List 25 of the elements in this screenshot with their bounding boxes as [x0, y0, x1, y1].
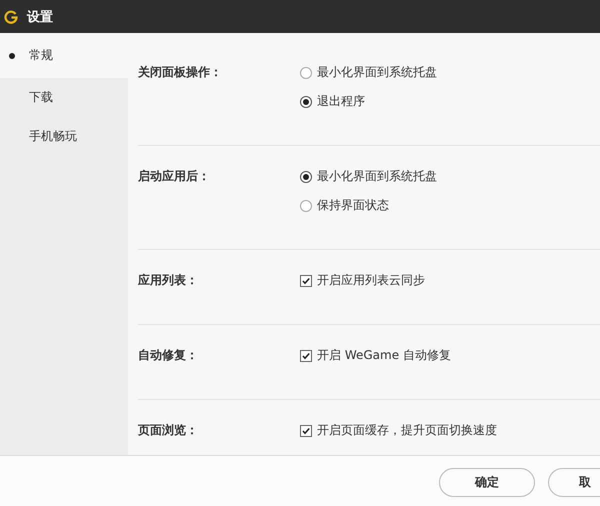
confirm-button[interactable]: 确定 [439, 468, 535, 497]
setting-label: 启动应用后： [138, 168, 211, 185]
setting-label: 页面浏览： [138, 422, 199, 439]
cancel-button[interactable]: 取 [548, 468, 600, 497]
option-label: 开启页面缓存，提升页面切换速度 [317, 422, 497, 439]
setting-label: 应用列表： [138, 272, 199, 289]
window-title: 设置 [27, 8, 53, 26]
checkbox[interactable] [300, 350, 312, 362]
checkbox[interactable] [300, 274, 312, 286]
sidebar-item[interactable]: 常规 [0, 33, 128, 78]
option-label: 开启 WeGame 自动修复 [317, 347, 451, 364]
logo-icon [4, 10, 18, 24]
setting-label: 关闭面板操作： [138, 64, 223, 81]
option-label: 最小化界面到系统托盘 [317, 64, 437, 81]
radio-button[interactable] [300, 66, 312, 78]
setting-label: 自动修复： [138, 347, 199, 364]
option-label: 开启应用列表云同步 [317, 272, 425, 289]
radio-button[interactable] [300, 200, 312, 212]
option-label: 退出程序 [317, 93, 365, 110]
radio-button[interactable] [300, 170, 312, 182]
bullet-icon [9, 52, 15, 58]
option-label: 保持界面状态 [317, 197, 389, 214]
option-label: 最小化界面到系统托盘 [317, 168, 437, 185]
checkbox[interactable] [300, 424, 312, 436]
radio-button[interactable] [300, 96, 312, 108]
